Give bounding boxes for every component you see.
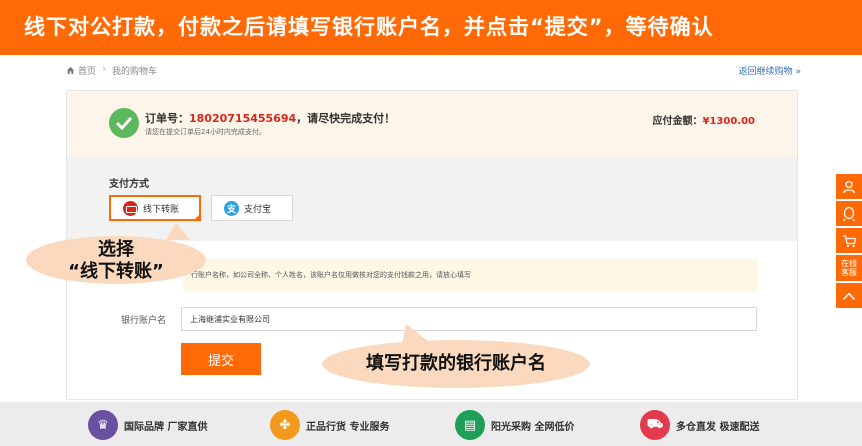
feature-label: 正品行货 专业服务 bbox=[306, 421, 390, 433]
service-features-bar: ♛ 国际品牌 厂家直供 ✤ 正品行货 专业服务 ▤ 阳光采购 全网低价 ⛟ 多仓… bbox=[0, 402, 862, 446]
continue-shopping-link[interactable]: 返回继续购物 » bbox=[739, 64, 801, 77]
order-deadline-note: 请您在提交订单后24小时内完成支付。 bbox=[145, 128, 266, 136]
breadcrumb-home[interactable]: 首页 bbox=[66, 64, 96, 77]
feature-delivery: ⛟ 多仓直发 极速配送 bbox=[640, 410, 759, 440]
account-name-input[interactable] bbox=[181, 307, 757, 331]
sidebar-service-line-1: 在线 bbox=[841, 259, 857, 268]
account-name-label: 银行账户名 bbox=[121, 316, 167, 326]
alipay-icon: 支 bbox=[224, 200, 239, 216]
chevron-right-icon: › bbox=[102, 62, 107, 75]
callout-tail bbox=[166, 222, 190, 240]
callout-select-offline: 选择 “线下转账” bbox=[26, 222, 206, 284]
instruction-banner: 线下对公打款，付款之后请填写银行账户名，并点击“提交”，等待确认 bbox=[0, 0, 862, 55]
chevron-up-icon bbox=[842, 291, 856, 300]
feature-price: ▤ 阳光采购 全网低价 bbox=[455, 410, 574, 440]
submit-button[interactable]: 提交 bbox=[181, 343, 261, 375]
order-message: ，请尽快完成支付！ bbox=[296, 112, 396, 125]
order-summary: 订单号：18020715455694，请尽快完成支付！ 请您在提交订单后24小时… bbox=[67, 91, 797, 157]
bank-card-icon bbox=[123, 200, 138, 216]
user-icon bbox=[842, 180, 856, 193]
account-name-notice: 行账户名称，如公司全称、个人姓名，该账户名仅用做核对您的支付钱款之用，请放心填写 bbox=[183, 259, 757, 291]
payment-option-offline-transfer[interactable]: 线下转账 bbox=[109, 195, 201, 221]
callout-tail bbox=[402, 324, 432, 344]
crown-icon: ♛ bbox=[88, 410, 118, 440]
selected-corner-icon bbox=[193, 213, 201, 221]
amount-value: ¥1300.00 bbox=[702, 116, 755, 127]
clover-icon: ✤ bbox=[270, 410, 300, 440]
amount-label: 应付金额： bbox=[652, 116, 703, 127]
order-number-label: 订单号： bbox=[145, 112, 189, 125]
amount-due: 应付金额：¥1300.00 bbox=[652, 112, 755, 127]
callout-line-1: 选择 bbox=[98, 239, 134, 260]
breadcrumb-home-label: 首页 bbox=[78, 67, 97, 77]
payment-method-title: 支付方式 bbox=[109, 179, 149, 190]
sidebar-qq-button[interactable] bbox=[836, 201, 862, 226]
sidebar-service-label: 在线 客服 bbox=[841, 259, 857, 277]
cart-icon bbox=[842, 234, 856, 247]
feature-brand: ♛ 国际品牌 厂家直供 bbox=[88, 410, 207, 440]
payment-option-label: 线下转账 bbox=[143, 204, 180, 215]
qq-icon bbox=[842, 206, 856, 221]
sidebar-back-to-top-button[interactable] bbox=[836, 283, 862, 308]
breadcrumb: 首页 › 我的购物车 返回继续购物 » bbox=[66, 62, 801, 78]
payment-option-alipay[interactable]: 支 支付宝 bbox=[211, 195, 293, 221]
store-icon: ▤ bbox=[455, 410, 485, 440]
order-number: 18020715455694 bbox=[189, 112, 297, 125]
callout-line-2: “线下转账” bbox=[68, 261, 164, 282]
feature-label: 国际品牌 厂家直供 bbox=[124, 421, 208, 433]
sidebar-cart-button[interactable] bbox=[836, 228, 862, 253]
floating-sidebar: 在线 客服 bbox=[836, 174, 862, 310]
truck-icon: ⛟ bbox=[640, 410, 670, 440]
payment-option-label: 支付宝 bbox=[244, 204, 272, 215]
feature-genuine: ✤ 正品行货 专业服务 bbox=[270, 410, 389, 440]
callout-fill-account: 填写打款的银行账户名 bbox=[322, 324, 590, 388]
check-circle-icon bbox=[109, 108, 139, 138]
order-number-line: 订单号：18020715455694，请尽快完成支付！ bbox=[145, 110, 395, 126]
callout-text: 填写打款的银行账户名 bbox=[366, 353, 546, 374]
home-icon bbox=[66, 66, 75, 75]
feature-label: 多仓直发 极速配送 bbox=[676, 421, 760, 433]
sidebar-user-button[interactable] bbox=[836, 174, 862, 199]
breadcrumb-cart[interactable]: 我的购物车 bbox=[112, 64, 157, 77]
sidebar-online-service-button[interactable]: 在线 客服 bbox=[836, 255, 862, 281]
feature-label: 阳光采购 全网低价 bbox=[491, 421, 575, 433]
sidebar-service-line-2: 客服 bbox=[841, 268, 857, 277]
